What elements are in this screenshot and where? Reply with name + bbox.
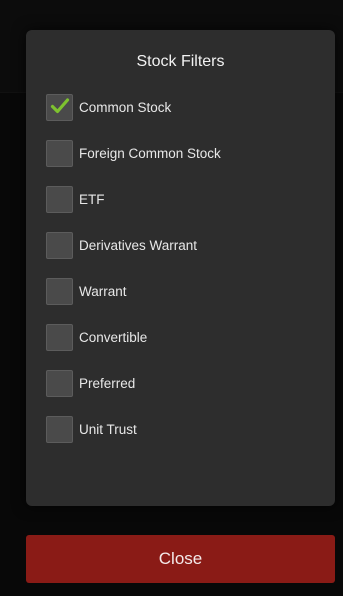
filter-list: Common Stock Foreign Common Stock ETF De… bbox=[46, 84, 325, 452]
filter-item-foreign-common-stock[interactable]: Foreign Common Stock bbox=[46, 130, 325, 176]
etf-checkbox[interactable] bbox=[46, 185, 73, 213]
stock-filters-dialog: Stock Filters Common Stock Foreign Commo… bbox=[26, 30, 335, 506]
foreign-common-stock-checkbox[interactable] bbox=[46, 139, 73, 167]
dialog-title: Stock Filters bbox=[136, 53, 225, 70]
filter-label: ETF bbox=[79, 191, 105, 207]
preferred-checkbox[interactable] bbox=[46, 369, 73, 397]
unit-trust-checkbox[interactable] bbox=[46, 415, 73, 443]
check-icon bbox=[50, 97, 70, 113]
screen: Stock Filters Common Stock Foreign Commo… bbox=[0, 0, 343, 596]
filter-item-derivatives-warrant[interactable]: Derivatives Warrant bbox=[46, 222, 325, 268]
filter-label: Preferred bbox=[79, 375, 136, 391]
filter-label: Foreign Common Stock bbox=[79, 145, 221, 161]
derivatives-warrant-checkbox[interactable] bbox=[46, 231, 73, 259]
warrant-checkbox[interactable] bbox=[46, 277, 73, 305]
filter-item-preferred[interactable]: Preferred bbox=[46, 360, 325, 406]
close-button[interactable]: Close bbox=[26, 535, 335, 583]
filter-label: Convertible bbox=[79, 329, 148, 345]
filter-item-common-stock[interactable]: Common Stock bbox=[46, 84, 325, 130]
filter-label: Common Stock bbox=[79, 99, 172, 115]
filter-label: Derivatives Warrant bbox=[79, 237, 198, 253]
filter-label: Unit Trust bbox=[79, 421, 137, 437]
convertible-checkbox[interactable] bbox=[46, 323, 73, 351]
filter-item-unit-trust[interactable]: Unit Trust bbox=[46, 406, 325, 452]
common-stock-checkbox[interactable] bbox=[46, 93, 73, 121]
filter-item-etf[interactable]: ETF bbox=[46, 176, 325, 222]
filter-item-warrant[interactable]: Warrant bbox=[46, 268, 325, 314]
filter-item-convertible[interactable]: Convertible bbox=[46, 314, 325, 360]
filter-label: Warrant bbox=[79, 283, 127, 299]
